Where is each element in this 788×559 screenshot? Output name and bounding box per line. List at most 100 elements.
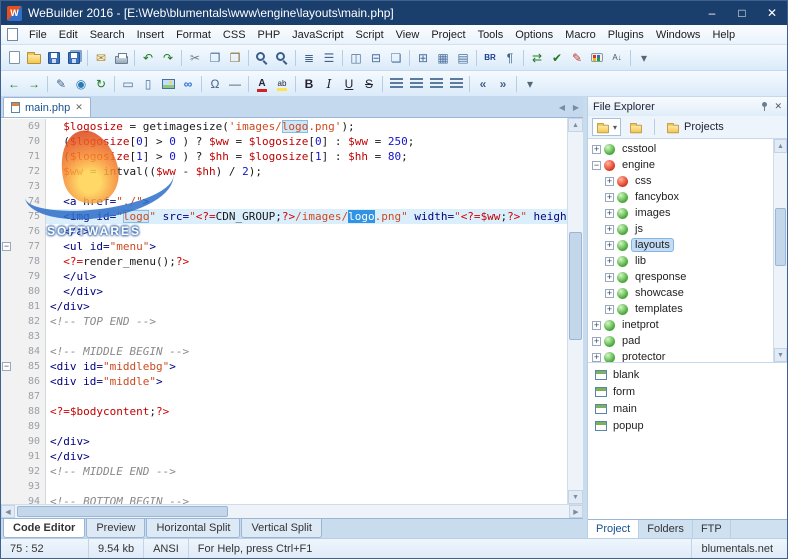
tree-scroll-down-icon[interactable]: ▼ — [774, 348, 787, 362]
indent-increase-icon[interactable]: » — [493, 74, 513, 94]
menu-file[interactable]: File — [23, 26, 53, 44]
hscrollbar-track[interactable] — [15, 505, 569, 518]
pin-icon[interactable] — [760, 102, 769, 111]
code-line-71[interactable]: 71 ($logosize[1] > 0 ) ? $hh = $logosize… — [1, 149, 567, 164]
tree-scrollbar[interactable]: ▲ ▼ — [773, 139, 787, 362]
menu-search[interactable]: Search — [84, 26, 131, 44]
code-text[interactable]: $logosize = getimagesize('images/logo.pn… — [46, 119, 567, 134]
tree-item-inetprot[interactable]: + inetprot — [588, 317, 773, 333]
code-line-72[interactable]: 72 $ww = intval(($ww - $hh) / 2); — [1, 164, 567, 179]
align-center-icon[interactable] — [406, 74, 426, 94]
bold-icon[interactable]: B — [299, 74, 319, 94]
email-icon[interactable]: ✉ — [91, 48, 111, 68]
code-text[interactable]: </a> — [46, 224, 567, 239]
menu-javascript[interactable]: JavaScript — [286, 26, 349, 44]
menu-edit[interactable]: Edit — [53, 26, 84, 44]
font-color-icon[interactable]: A — [252, 74, 272, 94]
code-text[interactable]: </div> — [46, 284, 567, 299]
explorer-root-dropdown[interactable]: ▾ — [592, 118, 622, 136]
insert-calendar-icon[interactable]: ▤ — [453, 48, 473, 68]
code-text[interactable]: <a href="./"> — [46, 194, 567, 209]
menu-format[interactable]: Format — [170, 26, 217, 44]
tree-item-qresponse[interactable]: + qresponse — [588, 269, 773, 285]
highlighter-pen-icon[interactable]: ✎ — [567, 48, 587, 68]
code-text[interactable]: </div> — [46, 449, 567, 464]
underline-icon[interactable]: U — [339, 74, 359, 94]
menu-plugins[interactable]: Plugins — [602, 26, 650, 44]
insert-link-icon[interactable]: ∞ — [178, 74, 198, 94]
find-icon[interactable] — [252, 48, 272, 68]
file-item-form[interactable]: form — [588, 383, 787, 400]
scrollbar-thumb[interactable] — [569, 232, 582, 340]
align-left-icon[interactable] — [386, 74, 406, 94]
menu-php[interactable]: PHP — [252, 26, 287, 44]
code-line-80[interactable]: 80 </div> — [1, 284, 567, 299]
align-justify-icon[interactable] — [446, 74, 466, 94]
expand-icon[interactable]: + — [605, 256, 614, 266]
expand-icon[interactable]: + — [605, 192, 614, 202]
preview-in-browser-icon[interactable]: ◉ — [71, 74, 91, 94]
numbered-list-icon[interactable]: ≣ — [299, 48, 319, 68]
nav-back-icon[interactable]: ← — [4, 74, 24, 94]
window-cascade-icon[interactable]: ❏ — [386, 48, 406, 68]
expand-icon[interactable]: + — [592, 144, 601, 154]
menu-css[interactable]: CSS — [217, 26, 252, 44]
mode-tab-vertical-split[interactable]: Vertical Split — [241, 519, 322, 538]
cut-icon[interactable]: ✂ — [185, 48, 205, 68]
tree-item-images[interactable]: + images — [588, 205, 773, 221]
code-text[interactable]: <div id="middle"> — [46, 374, 567, 389]
code-text[interactable]: <div id="middlebg"> — [46, 359, 567, 374]
code-text[interactable]: ($logosize[0] > 0 ) ? $ww = $logosize[0]… — [46, 134, 567, 149]
insert-image-icon[interactable] — [158, 74, 178, 94]
print-icon[interactable] — [111, 48, 131, 68]
mode-tab-horizontal-split[interactable]: Horizontal Split — [146, 519, 241, 538]
tab-close-icon[interactable]: ✕ — [75, 102, 83, 113]
code-line-69[interactable]: 69 $logosize = getimagesize('images/logo… — [1, 119, 567, 134]
menu-options[interactable]: Options — [509, 26, 559, 44]
code-line-77[interactable]: −77 <ul id="menu"> — [1, 239, 567, 254]
code-text[interactable] — [46, 179, 567, 194]
expand-icon[interactable]: + — [605, 288, 614, 298]
scroll-down-icon[interactable]: ▼ — [568, 490, 583, 504]
code-line-90[interactable]: 90 </div> — [1, 434, 567, 449]
hscrollbar-thumb[interactable] — [17, 506, 228, 517]
find-replace-icon[interactable] — [272, 48, 292, 68]
code-line-84[interactable]: 84 <!-- MIDDLE BEGIN --> — [1, 344, 567, 359]
expand-icon[interactable]: + — [605, 208, 614, 218]
menu-tools[interactable]: Tools — [472, 26, 510, 44]
scroll-up-icon[interactable]: ▲ — [568, 118, 583, 132]
italic-icon[interactable]: I — [319, 74, 339, 94]
menu-insert[interactable]: Insert — [131, 26, 171, 44]
redo-icon[interactable]: ↷ — [158, 48, 178, 68]
swap-tags-icon[interactable]: ⇄ — [527, 48, 547, 68]
code-text[interactable] — [46, 479, 567, 494]
menu-script[interactable]: Script — [350, 26, 390, 44]
nav-forward-icon[interactable]: → — [24, 74, 44, 94]
color-palette-icon[interactable] — [587, 48, 607, 68]
scrollbar-track[interactable] — [568, 132, 583, 490]
code-text[interactable]: $ww = intval(($ww - $hh) / 2); — [46, 164, 567, 179]
collapse-icon[interactable]: − — [592, 160, 601, 170]
paste-icon[interactable]: ❒ — [225, 48, 245, 68]
tree-item-js[interactable]: + js — [588, 221, 773, 237]
code-line-91[interactable]: 91 </div> — [1, 449, 567, 464]
refresh-icon[interactable]: ↻ — [91, 74, 111, 94]
tab-scroll-right-icon[interactable]: ▶ — [569, 100, 583, 114]
code-line-87[interactable]: 87 — [1, 389, 567, 404]
insert-table-icon[interactable]: ⊞ — [413, 48, 433, 68]
code-text[interactable] — [46, 329, 567, 344]
align-right-icon[interactable] — [426, 74, 446, 94]
code-line-70[interactable]: 70 ($logosize[0] > 0 ) ? $ww = $logosize… — [1, 134, 567, 149]
new-document-icon[interactable] — [4, 48, 24, 68]
tab-main-php[interactable]: main.php ✕ — [3, 97, 91, 117]
expand-icon[interactable]: + — [592, 352, 601, 362]
tree-scrollbar-thumb[interactable] — [775, 207, 786, 267]
explorer-folders-button[interactable] — [624, 118, 648, 136]
edit-source-icon[interactable]: ✎ — [51, 74, 71, 94]
code-line-93[interactable]: 93 — [1, 479, 567, 494]
code-text[interactable]: <!-- MIDDLE END --> — [46, 464, 567, 479]
code-editor[interactable]: 69 $logosize = getimagesize('images/logo… — [1, 118, 567, 504]
code-line-92[interactable]: 92 <!-- MIDDLE END --> — [1, 464, 567, 479]
editor-horizontal-scrollbar[interactable]: ◀ ▶ — [1, 504, 583, 518]
code-text[interactable]: <!-- TOP END --> — [46, 314, 567, 329]
